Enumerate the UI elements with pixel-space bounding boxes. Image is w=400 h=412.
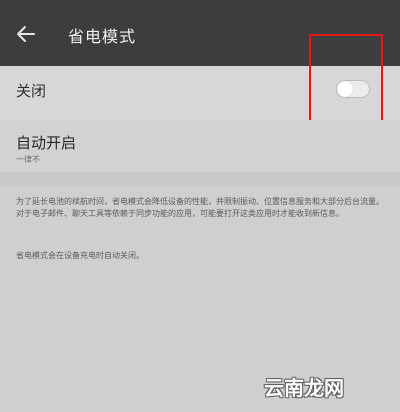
- arrow-left-icon: [17, 26, 35, 42]
- section-divider: [0, 172, 400, 186]
- power-saving-description: 为了延长电池的续航时间，省电模式会降低设备的性能，并限制振动、位置信息服务和大部…: [16, 197, 384, 218]
- auto-enable-value: 一律不: [16, 155, 40, 164]
- site-watermark-logo: 云南龙网: [264, 376, 344, 400]
- back-button[interactable]: [14, 22, 38, 46]
- auto-enable-title: 自动开启: [16, 134, 77, 152]
- power-saving-note: 省电模式会在设备充电时自动关闭。: [16, 251, 144, 260]
- power-saving-screen: 省电模式 关闭 自动开启 一律不 为了延长电池的续航时间，省电模式会降低设备的性…: [0, 0, 400, 412]
- auto-enable-row[interactable]: 自动开启 一律不: [0, 120, 400, 172]
- power-saving-status-label: 关闭: [16, 82, 47, 100]
- page-title: 省电模式: [68, 27, 137, 46]
